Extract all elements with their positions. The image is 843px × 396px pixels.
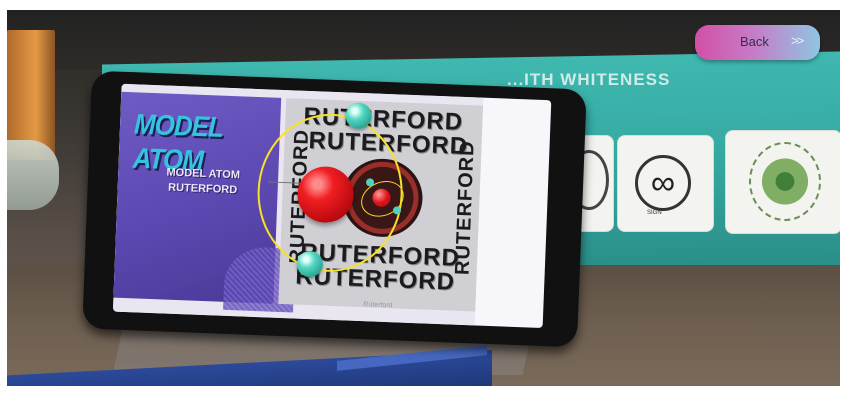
infinity-icon: ∞ (635, 155, 691, 211)
slide-subtitle: MODEL ATOM RUTERFORD (147, 165, 258, 199)
phone-screen: MODEL ATOM MODEL ATOM RUTERFORD RUTERFOR… (112, 83, 552, 329)
phone-marker: MODEL ATOM MODEL ATOM RUTERFORD RUTERFOR… (82, 70, 587, 348)
back-button-label: Back (740, 34, 769, 49)
badge-caption: SIGN (647, 210, 662, 216)
background-cloth (7, 140, 59, 210)
word-art-text: RUTERFORD (451, 140, 479, 276)
ar-camera-view: ...ITH WHITENESS ∞ SIGN MODEL ATOM MODEL… (7, 10, 840, 386)
tree-logo-icon (749, 142, 821, 221)
double-chevron-right-icon: >> (791, 33, 804, 48)
back-button[interactable]: Back >> (695, 25, 820, 60)
slide-watermark: Ruterford (363, 301, 393, 310)
slide-title-panel: MODEL ATOM MODEL ATOM RUTERFORD (113, 91, 296, 313)
slide-subtitle-line: RUTERFORD (167, 181, 238, 197)
